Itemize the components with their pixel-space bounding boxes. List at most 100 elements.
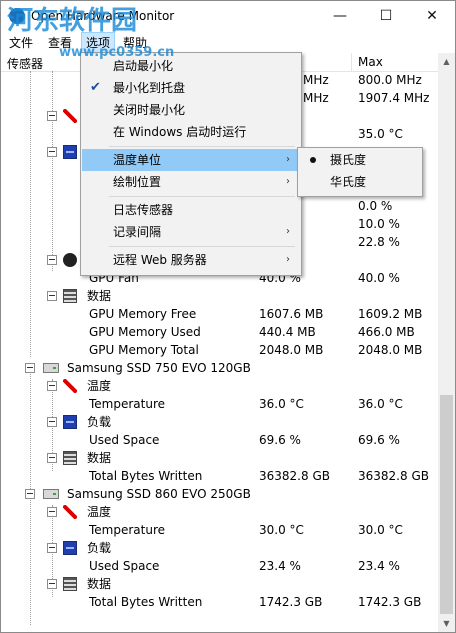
load-icon [63,145,77,159]
column-max[interactable]: Max [358,55,383,69]
sensor-value: MHz [303,73,329,87]
table-row[interactable]: 数据 [1,575,438,593]
watermark-logo: 河东软件园 [7,6,138,36]
scroll-up-arrow-icon[interactable]: ▲ [438,53,455,70]
table-row[interactable]: 负载 [1,413,438,431]
fan-icon [63,253,77,267]
data-icon [63,577,77,591]
sensor-value: 36382.8 GB [259,469,330,483]
group-label: 负载 [87,541,112,555]
table-row[interactable]: 数据 [1,287,438,305]
radio-selected-icon [310,157,316,163]
group-label: 数据 [87,289,112,303]
sensor-max: 69.6 % [358,433,400,447]
options-menu: 启动最小化 ✔ 最小化到托盘 关闭时最小化 在 Windows 启动时运行 温度… [80,52,302,276]
collapse-toggle[interactable] [47,579,57,589]
maximize-button[interactable]: ☐ [363,1,409,31]
group-label: 温度 [87,505,112,519]
menu-item-logging-interval[interactable]: 记录间隔 › [82,221,300,243]
thermometer-icon [63,379,77,393]
sensor-label: Temperature [89,397,166,411]
table-row[interactable]: Temperature 36.0 °C 36.0 °C [1,395,438,413]
sensor-value: 69.6 % [259,433,301,447]
collapse-toggle[interactable] [47,507,57,517]
sensor-label: GPU Memory Free [89,307,197,321]
menu-item-minimize-to-tray[interactable]: ✔ 最小化到托盘 [82,77,300,99]
checkmark-icon: ✔ [90,80,101,95]
app-window: Open Hardware Monitor — ☐ ✕ 文件 查看 选项 帮助 … [0,0,456,633]
table-row[interactable]: GPU Memory Free 1607.6 MB 1609.2 MB [1,305,438,323]
menu-item-temperature-unit[interactable]: 温度单位 › [82,149,300,171]
menu-item-log-sensors[interactable]: 日志传感器 [82,199,300,221]
table-row[interactable]: Samsung SSD 860 EVO 250GB [1,485,438,503]
table-row[interactable]: 数据 [1,449,438,467]
table-row[interactable]: Temperature 30.0 °C 30.0 °C [1,521,438,539]
load-icon [63,541,77,555]
sensor-max: 466.0 MB [358,325,415,339]
sensor-value: 36.0 °C [259,397,304,411]
group-label: 数据 [87,451,112,465]
device-name: Samsung SSD 860 EVO 250GB [67,487,251,501]
menu-item-minimize-on-close[interactable]: 关闭时最小化 [82,99,300,121]
sensor-max: 1907.4 MHz [358,91,430,105]
collapse-toggle[interactable] [47,417,57,427]
collapse-toggle[interactable] [47,111,57,121]
menu-item-run-on-startup[interactable]: 在 Windows 启动时运行 [82,121,300,143]
table-row[interactable]: 温度 [1,503,438,521]
sensor-value: 440.4 MB [259,325,316,339]
column-sensor[interactable]: 传感器 [7,55,43,72]
table-row[interactable]: Total Bytes Written 1742.3 GB 1742.3 GB [1,593,438,611]
column-divider[interactable] [351,53,352,71]
collapse-toggle[interactable] [25,363,35,373]
collapse-toggle[interactable] [25,489,35,499]
sensor-max: 1742.3 GB [358,595,422,609]
menu-divider [109,246,295,247]
group-label: 温度 [87,379,112,393]
group-label: 负载 [87,415,112,429]
table-row[interactable]: GPU Memory Used 440.4 MB 466.0 MB [1,323,438,341]
collapse-toggle[interactable] [47,255,57,265]
sensor-max: 30.0 °C [358,523,403,537]
minimize-button[interactable]: — [317,1,363,31]
sensor-max: 40.0 % [358,271,400,285]
scroll-down-arrow-icon[interactable]: ▼ [438,615,455,632]
collapse-toggle[interactable] [47,543,57,553]
close-button[interactable]: ✕ [409,1,455,31]
table-row[interactable]: Total Bytes Written 36382.8 GB 36382.8 G… [1,467,438,485]
menu-file[interactable]: 文件 [9,34,33,51]
sensor-label: Total Bytes Written [89,595,203,609]
sensor-label: GPU Memory Total [89,343,199,357]
collapse-toggle[interactable] [47,381,57,391]
table-row[interactable]: Used Space 23.4 % 23.4 % [1,557,438,575]
sensor-label: Used Space [89,433,160,447]
sensor-label: GPU Memory Used [89,325,201,339]
menu-item-plot-location[interactable]: 绘制位置 › [82,171,300,193]
watermark-url: www.pc0359.cn [59,45,175,60]
collapse-toggle[interactable] [47,291,57,301]
table-row[interactable]: 温度 [1,377,438,395]
vertical-scrollbar[interactable]: ▲ ▼ [438,53,455,632]
data-icon [63,451,77,465]
menu-item-celsius[interactable]: 摄氏度 [299,149,421,171]
table-row[interactable]: Samsung SSD 750 EVO 120GB [1,359,438,377]
sensor-max: 0.0 % [358,199,393,213]
sensor-value: MHz [303,91,329,105]
menu-item-fahrenheit[interactable]: 华氏度 [299,171,421,193]
table-row[interactable]: 负载 [1,539,438,557]
sensor-label: Temperature [89,523,166,537]
chevron-right-icon: › [286,154,290,165]
sensor-max: 35.0 °C [358,127,403,141]
sensor-max: 1609.2 MB [358,307,423,321]
sensor-label: Used Space [89,559,160,573]
sensor-max: 10.0 % [358,217,400,231]
scroll-thumb[interactable] [440,395,453,614]
collapse-toggle[interactable] [47,453,57,463]
table-row[interactable]: Used Space 69.6 % 69.6 % [1,431,438,449]
table-row[interactable]: GPU Memory Total 2048.0 MB 2048.0 MB [1,341,438,359]
data-icon [63,289,77,303]
hard-drive-icon [43,363,59,373]
collapse-toggle[interactable] [47,147,57,157]
device-name: Samsung SSD 750 EVO 120GB [67,361,251,375]
menu-item-remote-web-server[interactable]: 远程 Web 服务器 › [82,249,300,271]
hard-drive-icon [43,489,59,499]
